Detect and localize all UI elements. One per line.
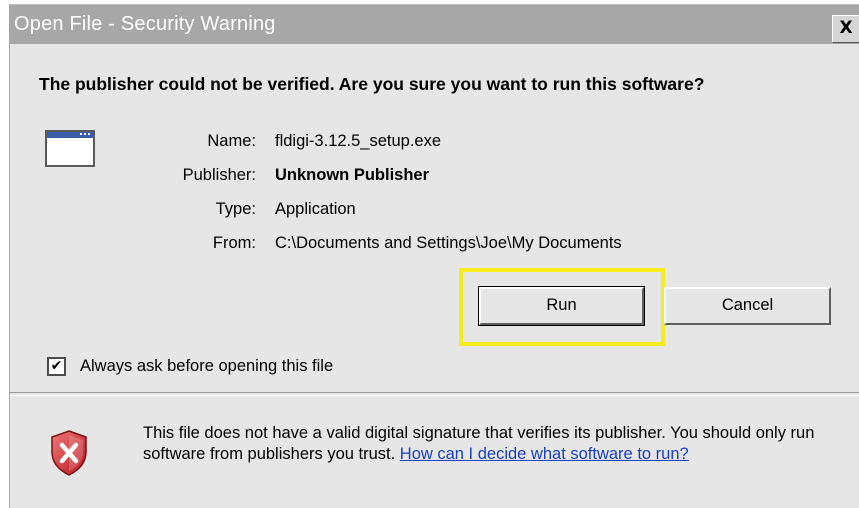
dialog-title: Open File - Security Warning bbox=[14, 13, 276, 35]
title-bar[interactable]: Open File - Security Warning X bbox=[10, 5, 859, 44]
help-link[interactable]: How can I decide what software to run? bbox=[400, 445, 689, 463]
security-warning-dialog: Open File - Security Warning X The publi… bbox=[9, 4, 859, 508]
from-value: C:\Documents and Settings\Joe\My Documen… bbox=[275, 234, 622, 252]
name-label: Name: bbox=[207, 132, 256, 150]
type-value: Application bbox=[275, 200, 356, 218]
verification-question: The publisher could not be verified. Are… bbox=[39, 74, 705, 94]
security-shield-icon bbox=[51, 430, 87, 476]
close-button[interactable]: X bbox=[832, 15, 859, 43]
publisher-value: Unknown Publisher bbox=[275, 166, 430, 184]
always-ask-checkbox[interactable]: ✔ bbox=[47, 357, 66, 376]
type-label: Type: bbox=[215, 200, 256, 218]
publisher-label: Publisher: bbox=[182, 166, 256, 184]
name-value: fldigi-3.12.5_setup.exe bbox=[275, 132, 442, 150]
separator bbox=[10, 392, 859, 396]
cancel-button[interactable]: Cancel bbox=[664, 287, 831, 325]
warning-message: This file does not have a valid digital … bbox=[143, 423, 843, 465]
run-button[interactable]: Run bbox=[478, 286, 645, 326]
from-label: From: bbox=[212, 234, 256, 252]
always-ask-label[interactable]: Always ask before opening this file bbox=[80, 357, 333, 376]
